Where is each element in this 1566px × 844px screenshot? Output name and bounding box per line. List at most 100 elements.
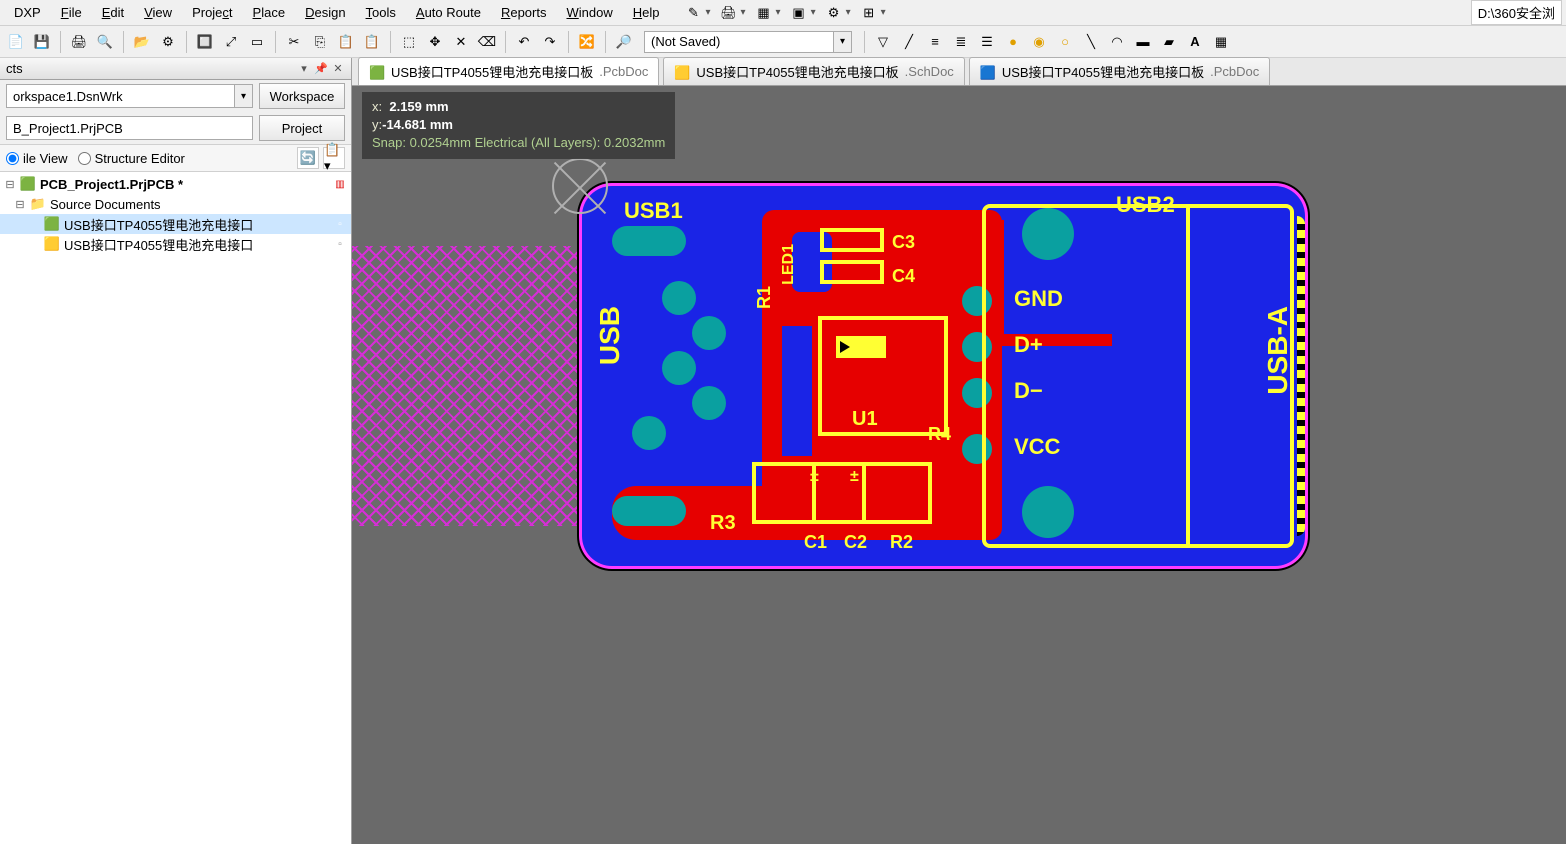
- dropdown-arrow-icon[interactable]: ▾: [235, 84, 253, 108]
- menu-window[interactable]: Window: [556, 2, 622, 23]
- crossprobe-icon[interactable]: 🔀: [575, 30, 599, 54]
- zoom-select-icon[interactable]: ▭: [245, 30, 269, 54]
- dropdown-arrow-icon[interactable]: ▾: [846, 7, 851, 18]
- cut-icon[interactable]: ✂: [282, 30, 306, 54]
- panel-pin-icon[interactable]: 📌: [314, 62, 328, 76]
- align-right-icon[interactable]: ☰: [975, 30, 999, 54]
- preview-icon[interactable]: 🔍: [93, 30, 117, 54]
- pcb-canvas[interactable]: x: 2.159 mm y:-14.681 mm Snap: 0.0254mm …: [352, 86, 1566, 844]
- menu-help[interactable]: Help: [623, 2, 670, 23]
- redo-icon[interactable]: ↷: [538, 30, 562, 54]
- save-icon[interactable]: 💾: [30, 30, 54, 54]
- tree-document[interactable]: 🟨 USB接口TP4055锂电池充电接口 ▫: [0, 234, 351, 254]
- compile-icon[interactable]: ⚙: [156, 30, 180, 54]
- tab-ext: .PcbDoc: [599, 64, 648, 79]
- panel-close-icon[interactable]: ✕: [331, 62, 345, 76]
- workspace-button[interactable]: Workspace: [259, 83, 345, 109]
- zoom-fit-icon[interactable]: 🔲: [193, 30, 217, 54]
- undo-icon[interactable]: ↶: [512, 30, 536, 54]
- path-field[interactable]: D:\360安全浏: [1471, 0, 1562, 25]
- net-icon[interactable]: ╱: [897, 30, 921, 54]
- dropdown-arrow-icon[interactable]: ▾: [741, 7, 746, 18]
- project-input[interactable]: [6, 116, 253, 140]
- browse-icon[interactable]: 🔎: [612, 30, 636, 54]
- workspace-input[interactable]: [6, 84, 235, 108]
- zoom-area-icon[interactable]: ⤢: [219, 30, 243, 54]
- move-icon[interactable]: ✥: [423, 30, 447, 54]
- menu-tools[interactable]: Tools: [356, 2, 406, 23]
- menu-place[interactable]: Place: [243, 2, 296, 23]
- menu-reports[interactable]: Reports: [491, 2, 557, 23]
- print-icon[interactable]: 🖨: [717, 3, 741, 23]
- pencil-icon[interactable]: ✎: [681, 3, 705, 23]
- project-button[interactable]: Project: [259, 115, 345, 141]
- document-combo-input[interactable]: [644, 31, 834, 53]
- align-left-icon[interactable]: ≡: [923, 30, 947, 54]
- workspace-combo[interactable]: ▾: [6, 84, 253, 108]
- polarity-mark: ±: [850, 468, 859, 486]
- menu-autoroute[interactable]: Auto Route: [406, 2, 491, 23]
- collapse-icon[interactable]: ⊟: [14, 198, 26, 211]
- menu-view[interactable]: View: [134, 2, 182, 23]
- dropdown-arrow-icon[interactable]: ▾: [776, 7, 781, 18]
- menu-edit[interactable]: Edit: [92, 2, 134, 23]
- tree-document[interactable]: 🟩 USB接口TP4055锂电池充电接口 ▫: [0, 214, 351, 234]
- via-icon[interactable]: ●: [1001, 30, 1025, 54]
- collapse-icon[interactable]: ⊟: [4, 178, 16, 191]
- file-view-radio[interactable]: ile View: [6, 151, 68, 166]
- project-combo[interactable]: [6, 116, 253, 140]
- array-icon[interactable]: ▦: [1209, 30, 1233, 54]
- tree-project-root[interactable]: ⊟ 🟩 PCB_Project1.PrjPCB * ▥: [0, 174, 351, 194]
- ring-icon[interactable]: ○: [1053, 30, 1077, 54]
- menu-dxp[interactable]: DXP: [4, 2, 51, 23]
- copy-icon[interactable]: ⎘: [308, 30, 332, 54]
- paste-special-icon[interactable]: 📋: [360, 30, 384, 54]
- filter-icon[interactable]: ▽: [871, 30, 895, 54]
- pad-icon[interactable]: ◉: [1027, 30, 1051, 54]
- menu-file[interactable]: File: [51, 2, 92, 23]
- document-tabs: 🟩 USB接口TP4055锂电池充电接口板.PcbDoc 🟨 USB接口TP40…: [352, 58, 1566, 86]
- new-icon[interactable]: 📄: [4, 30, 28, 54]
- open-icon[interactable]: 📂: [130, 30, 154, 54]
- deselect-icon[interactable]: ✕: [449, 30, 473, 54]
- tab-pcbdoc2[interactable]: 🟦 USB接口TP4055锂电池充电接口板.PcbDoc: [969, 57, 1270, 85]
- select-icon[interactable]: ⬚: [397, 30, 421, 54]
- string-icon[interactable]: A: [1183, 30, 1207, 54]
- fill-icon[interactable]: ▬: [1131, 30, 1155, 54]
- designator-r1: R1: [754, 286, 775, 309]
- menu-project[interactable]: Project: [182, 2, 242, 23]
- pcbdoc-icon: 🟩: [44, 217, 60, 231]
- dropdown-arrow-icon[interactable]: ▾: [881, 7, 886, 18]
- schdoc-icon: 🟨: [44, 237, 60, 251]
- pad: [612, 496, 686, 526]
- clear-icon[interactable]: ⌫: [475, 30, 499, 54]
- designator-c2: C2: [844, 532, 867, 553]
- panel-menu-icon[interactable]: ▾: [297, 62, 311, 76]
- align-center-icon[interactable]: ≣: [949, 30, 973, 54]
- structure-editor-radio[interactable]: Structure Editor: [78, 151, 185, 166]
- polygon-icon[interactable]: ▰: [1157, 30, 1181, 54]
- print-icon[interactable]: 🖨: [67, 30, 91, 54]
- silk-line: [862, 462, 866, 524]
- refresh-icon[interactable]: 🔄: [297, 147, 319, 169]
- panel-title: cts: [6, 61, 294, 76]
- document-combo[interactable]: ▾: [644, 31, 852, 53]
- dropdown-arrow-icon[interactable]: ▾: [705, 7, 710, 18]
- tree-folder[interactable]: ⊟ 📁 Source Documents: [0, 194, 351, 214]
- tab-schdoc[interactable]: 🟨 USB接口TP4055锂电池充电接口板.SchDoc: [663, 57, 964, 85]
- preferences-icon[interactable]: ⚙: [822, 3, 846, 23]
- arc-icon[interactable]: ◠: [1105, 30, 1129, 54]
- paste-icon[interactable]: 📋: [334, 30, 358, 54]
- track-icon[interactable]: ╲: [1079, 30, 1103, 54]
- dropdown-arrow-icon[interactable]: ▾: [834, 31, 852, 53]
- tab-pcbdoc[interactable]: 🟩 USB接口TP4055锂电池充电接口板.PcbDoc: [358, 57, 659, 85]
- menu-design[interactable]: Design: [295, 2, 355, 23]
- component-icon[interactable]: ▣: [787, 3, 811, 23]
- pcb-board[interactable]: USB1 USB U1 R1 LED1 C3 C4: [582, 186, 1305, 566]
- modified-badge-icon: ▥: [333, 177, 347, 191]
- grid-icon[interactable]: ⊞: [857, 3, 881, 23]
- layers-icon[interactable]: ▦: [752, 3, 776, 23]
- polygon-hatch: [352, 246, 588, 526]
- options-icon[interactable]: 📋▾: [323, 147, 345, 169]
- dropdown-arrow-icon[interactable]: ▾: [811, 7, 816, 18]
